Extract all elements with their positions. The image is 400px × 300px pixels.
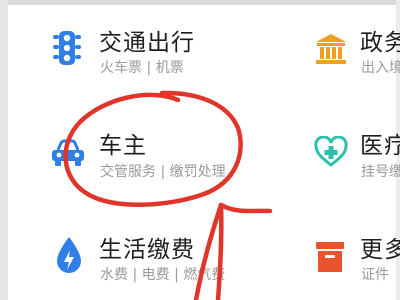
service-item-medical[interactable]: 医疗 挂号缴 bbox=[300, 112, 400, 184]
status-bar-edge bbox=[0, 0, 400, 5]
traffic-light-icon bbox=[52, 29, 82, 71]
service-subtitle: 出入境 bbox=[361, 60, 400, 76]
water-drop-bolt-icon bbox=[54, 235, 84, 279]
service-title: 交通出行 bbox=[99, 30, 195, 56]
service-item-traffic[interactable]: 交通出行 火车票 | 机票 bbox=[40, 12, 270, 84]
service-item-car-owner[interactable]: 车主 交管服务 | 缴罚处理 bbox=[40, 112, 270, 184]
screen-edge-left bbox=[0, 0, 8, 300]
service-item-utility-payment[interactable]: 生活缴费 水费 | 电费 | 燃气费 bbox=[40, 220, 270, 292]
service-title: 医疗 bbox=[360, 133, 400, 159]
service-title: 更多 bbox=[360, 237, 400, 263]
service-subtitle: 交管服务 | 缴罚处理 bbox=[100, 164, 226, 180]
service-subtitle: 证件 bbox=[361, 267, 389, 283]
service-title: 政务 bbox=[360, 30, 400, 56]
medical-heart-icon bbox=[314, 135, 348, 172]
service-title: 车主 bbox=[99, 133, 147, 159]
more-box-icon bbox=[314, 240, 346, 278]
car-icon bbox=[50, 139, 86, 171]
service-item-more[interactable]: 更多 证件 bbox=[300, 220, 400, 292]
service-subtitle: 水费 | 电费 | 燃气费 bbox=[100, 267, 226, 283]
service-subtitle: 火车票 | 机票 bbox=[100, 60, 184, 76]
service-item-government[interactable]: 政务 出入境 bbox=[300, 12, 400, 84]
service-subtitle: 挂号缴 bbox=[361, 164, 400, 180]
service-title: 生活缴费 bbox=[99, 237, 195, 263]
government-building-icon bbox=[314, 32, 348, 70]
